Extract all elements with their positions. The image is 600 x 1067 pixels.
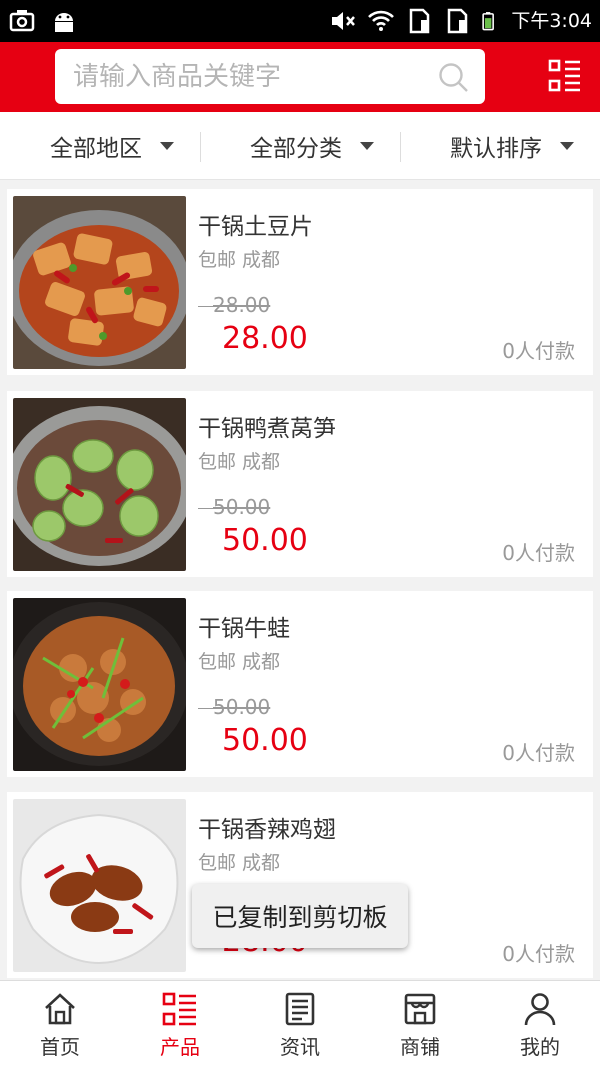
- tab-products[interactable]: 产品: [120, 981, 240, 1067]
- sale-price: 28.00: [222, 321, 308, 356]
- divider: [200, 132, 201, 162]
- filter-category[interactable]: 全部分类: [250, 112, 374, 180]
- home-icon: [45, 993, 75, 1025]
- product-tag: 包邮 成都: [198, 451, 281, 473]
- tab-home-label: 首页: [40, 1035, 80, 1059]
- search-input[interactable]: [73, 49, 423, 104]
- sale-price: 50.00: [222, 723, 308, 758]
- tab-mine[interactable]: 我的: [480, 981, 600, 1067]
- product-tag: 包邮 成都: [198, 651, 281, 673]
- tab-news[interactable]: 资讯: [240, 981, 360, 1067]
- caret-down-icon: [560, 142, 574, 150]
- paid-count: 0人付款: [502, 339, 575, 363]
- product-card[interactable]: 干锅土豆片 包邮 成都 28.00 28.00 0人付款: [7, 189, 593, 375]
- screenshot-icon: [9, 10, 35, 32]
- android-icon: [55, 13, 73, 32]
- tab-shop[interactable]: 商铺: [360, 981, 480, 1067]
- search-icon[interactable]: [437, 61, 469, 93]
- product-card[interactable]: 干锅牛蛙 包邮 成都 50.00 50.00 0人付款: [7, 591, 593, 777]
- search-box[interactable]: [55, 49, 485, 104]
- product-card[interactable]: 干锅鸭煮莴笋 包邮 成都 50.00 50.00 0人付款: [7, 391, 593, 577]
- filter-bar: 全部地区 全部分类 默认排序: [0, 112, 600, 180]
- caret-down-icon: [360, 142, 374, 150]
- tab-shop-label: 商铺: [400, 1035, 440, 1059]
- paid-count: 0人付款: [502, 942, 575, 966]
- grid-menu-icon[interactable]: [548, 58, 582, 94]
- product-list-icon: [162, 992, 196, 1026]
- paid-count: 0人付款: [502, 541, 575, 565]
- tab-home[interactable]: 首页: [0, 981, 120, 1067]
- product-image[interactable]: [13, 799, 186, 972]
- header-bar: [0, 42, 600, 112]
- product-name[interactable]: 干锅香辣鸡翅: [198, 810, 336, 844]
- sim1-icon: [410, 8, 430, 34]
- mute-icon: [332, 12, 356, 30]
- filter-region-label: 全部地区: [50, 136, 142, 162]
- original-price: 50.00: [198, 695, 270, 719]
- tab-news-label: 资讯: [280, 1035, 320, 1059]
- original-price: 28.00: [198, 293, 270, 317]
- bottom-tab-bar: 首页 产品 资讯 商铺 我的: [0, 980, 600, 1067]
- user-icon: [524, 993, 556, 1026]
- caret-down-icon: [160, 142, 174, 150]
- sale-price: 50.00: [222, 523, 308, 558]
- product-name[interactable]: 干锅土豆片: [198, 207, 313, 241]
- product-tag: 包邮 成都: [198, 852, 281, 874]
- wifi-icon: [368, 10, 395, 31]
- status-bar: 下午3:04: [0, 0, 600, 42]
- product-tag: 包邮 成都: [198, 249, 281, 271]
- paid-count: 0人付款: [502, 741, 575, 765]
- battery-icon: [482, 12, 495, 31]
- product-image[interactable]: [13, 196, 186, 369]
- tab-products-label: 产品: [160, 1035, 200, 1059]
- divider: [400, 132, 401, 162]
- original-price: 50.00: [198, 495, 270, 519]
- product-name[interactable]: 干锅鸭煮莴笋: [198, 409, 336, 443]
- product-image[interactable]: [13, 598, 186, 771]
- product-name[interactable]: 干锅牛蛙: [198, 609, 290, 643]
- clock: 下午3:04: [511, 10, 592, 32]
- shop-icon: [404, 993, 436, 1025]
- filter-sort[interactable]: 默认排序: [450, 112, 574, 180]
- filter-category-label: 全部分类: [250, 136, 342, 162]
- filter-region[interactable]: 全部地区: [50, 112, 174, 180]
- filter-sort-label: 默认排序: [450, 136, 542, 162]
- toast-message: 已复制到剪切板: [192, 884, 408, 948]
- news-icon: [285, 992, 315, 1026]
- sim2-icon: [448, 8, 468, 34]
- product-image[interactable]: [13, 398, 186, 571]
- tab-mine-label: 我的: [520, 1035, 560, 1059]
